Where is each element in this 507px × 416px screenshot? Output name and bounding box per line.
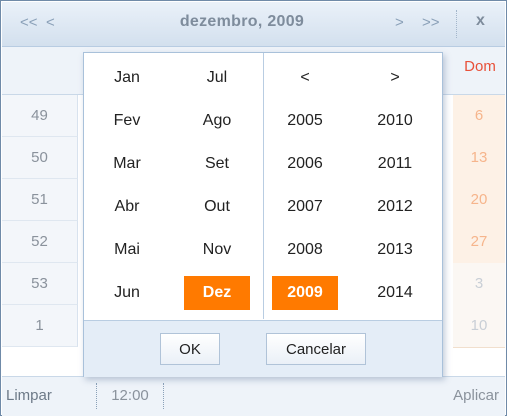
year-option[interactable]: 2010 bbox=[362, 104, 428, 138]
apply-button[interactable]: Aplicar bbox=[453, 387, 499, 404]
month-option[interactable]: Jun bbox=[94, 276, 160, 310]
week-number[interactable]: 49 bbox=[2, 95, 78, 137]
picker-divider bbox=[263, 53, 264, 319]
clear-button[interactable]: Limpar bbox=[6, 387, 52, 404]
year-option[interactable]: 2009 bbox=[272, 276, 338, 310]
picker-button-bar: OK Cancelar bbox=[84, 320, 442, 377]
header-divider bbox=[456, 10, 457, 38]
year-option[interactable]: 2008 bbox=[272, 233, 338, 267]
cancel-button[interactable]: Cancelar bbox=[266, 333, 366, 365]
day-cell-sunday[interactable]: 6 bbox=[453, 95, 505, 138]
ok-button[interactable]: OK bbox=[160, 333, 220, 365]
close-button[interactable]: x bbox=[476, 12, 485, 30]
month-option[interactable]: Mai bbox=[94, 233, 160, 267]
prev-year-button[interactable]: << bbox=[20, 14, 38, 31]
month-year-picker: Jan Fev Mar Abr Mai Jun Jul Ago Set Out Nov Dez < >20… bbox=[83, 52, 443, 377]
prev-years-button[interactable]: < bbox=[272, 61, 338, 95]
month-option[interactable]: Jul bbox=[184, 61, 250, 95]
year-option[interactable]: 2006 bbox=[272, 147, 338, 181]
day-cell-sunday[interactable]: 27 bbox=[453, 221, 505, 264]
month-option[interactable]: Fev bbox=[94, 104, 160, 138]
week-number[interactable]: 1 bbox=[2, 305, 78, 347]
day-cell-sunday[interactable]: 10 bbox=[453, 305, 505, 348]
month-option[interactable]: Set bbox=[184, 147, 250, 181]
year-option[interactable]: 2014 bbox=[362, 276, 428, 310]
week-number[interactable]: 50 bbox=[2, 137, 78, 179]
day-cell-sunday[interactable]: 20 bbox=[453, 179, 505, 222]
month-option[interactable]: Jan bbox=[94, 61, 160, 95]
time-field[interactable]: 12:00 bbox=[96, 383, 164, 409]
month-option[interactable]: Nov bbox=[184, 233, 250, 267]
year-option[interactable]: 2013 bbox=[362, 233, 428, 267]
year-option[interactable]: 2011 bbox=[362, 147, 428, 181]
year-option[interactable]: 2012 bbox=[362, 190, 428, 224]
prev-month-button[interactable]: < bbox=[46, 14, 55, 31]
month-option[interactable]: Abr bbox=[94, 190, 160, 224]
month-option[interactable]: Out bbox=[184, 190, 250, 224]
month-option[interactable]: Dez bbox=[184, 276, 250, 310]
day-cell-sunday[interactable]: 13 bbox=[453, 137, 505, 180]
month-year-title[interactable]: dezembro, 2009 bbox=[142, 13, 342, 31]
week-number[interactable]: 51 bbox=[2, 179, 78, 221]
week-number[interactable]: 53 bbox=[2, 263, 78, 305]
week-number[interactable]: 52 bbox=[2, 221, 78, 263]
calendar-header: << < dezembro, 2009 > >> x bbox=[2, 2, 505, 47]
month-option[interactable]: Ago bbox=[184, 104, 250, 138]
next-year-button[interactable]: >> bbox=[422, 14, 440, 31]
year-option[interactable]: 2005 bbox=[272, 104, 338, 138]
calendar-footer: Limpar 12:00 Aplicar bbox=[2, 376, 505, 416]
year-option[interactable]: 2007 bbox=[272, 190, 338, 224]
day-cell-sunday[interactable]: 3 bbox=[453, 263, 505, 306]
month-option[interactable]: Mar bbox=[94, 147, 160, 181]
next-month-button[interactable]: > bbox=[395, 14, 404, 31]
day-name-sunday: Dom bbox=[464, 58, 496, 75]
next-years-button[interactable]: > bbox=[362, 61, 428, 95]
